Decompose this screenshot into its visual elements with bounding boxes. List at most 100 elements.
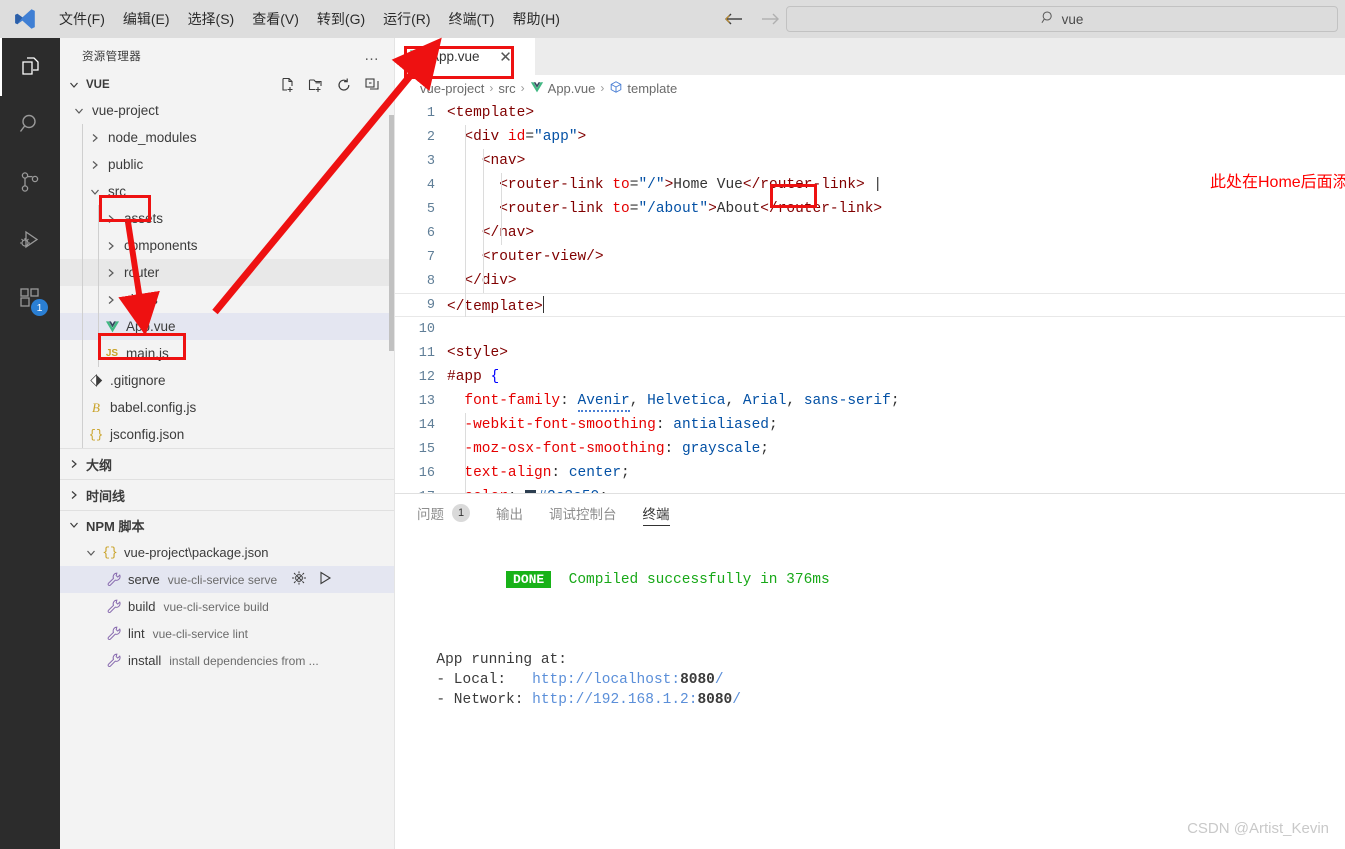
code-line[interactable]: 4 <router-link to="/">Home Vue</router-l… — [395, 173, 1345, 197]
arrow-left-icon[interactable] — [723, 9, 745, 29]
editor-area: App.vue ✕ vue-project › src › App.vue › — [395, 38, 1345, 849]
tree-item-components[interactable]: components — [60, 232, 394, 259]
watermark: CSDN @Artist_Kevin — [1187, 820, 1329, 837]
menu-run[interactable]: 运行(R) — [374, 5, 439, 33]
activity-source-control[interactable] — [0, 154, 60, 212]
code-line[interactable]: 12#app { — [395, 365, 1345, 389]
tab-terminal[interactable]: 终端 — [643, 494, 670, 532]
tree-item-vue-project[interactable]: vue-project — [60, 97, 394, 124]
tree-item-assets[interactable]: assets — [60, 205, 394, 232]
activity-search[interactable] — [0, 96, 60, 154]
tree-item-main-js[interactable]: JSmain.js — [60, 340, 394, 367]
npm-package-row[interactable]: {} vue-project\package.json — [60, 539, 394, 566]
new-folder-icon[interactable] — [308, 77, 324, 93]
code-line[interactable]: 2 <div id="app"> — [395, 125, 1345, 149]
run-icon[interactable] — [317, 570, 333, 589]
activity-run-debug[interactable] — [0, 212, 60, 270]
menu-file[interactable]: 文件(F) — [50, 5, 114, 33]
text-cursor — [543, 296, 545, 313]
breadcrumb-item-src[interactable]: src — [498, 81, 515, 96]
tab-output[interactable]: 输出 — [496, 494, 523, 532]
npm-script-serve[interactable]: servevue-cli-service serve — [60, 566, 394, 593]
chevron-right-icon[interactable] — [102, 240, 120, 252]
line-content: -webkit-font-smoothing: antialiased; — [447, 417, 1345, 433]
debug-icon[interactable] — [291, 570, 307, 589]
chevron-right-icon[interactable] — [86, 132, 104, 144]
code-line[interactable]: 11<style> — [395, 341, 1345, 365]
code-line[interactable]: 9</template> — [395, 293, 1345, 317]
chevron-right-icon — [66, 458, 82, 470]
code-line[interactable]: 6 </nav> — [395, 221, 1345, 245]
terminal-network-url-prefix[interactable]: http://192.168.1.2: — [532, 692, 697, 708]
code-editor[interactable]: 1<template>2 <div id="app">3 <nav>4 <rou… — [395, 101, 1345, 493]
section-header-timeline[interactable]: 时间线 — [60, 480, 394, 510]
chevron-right-icon[interactable] — [102, 213, 120, 225]
refresh-icon[interactable] — [336, 77, 352, 93]
tree-item--gitignore[interactable]: .gitignore — [60, 367, 394, 394]
tab-debug-console[interactable]: 调试控制台 — [549, 494, 617, 532]
sidebar-more-actions[interactable]: … — [364, 47, 380, 64]
code-line[interactable]: 1<template> — [395, 101, 1345, 125]
terminal-network-port: 8080 — [697, 692, 732, 708]
close-icon[interactable]: ✕ — [496, 47, 516, 67]
new-file-icon[interactable] — [280, 77, 296, 93]
code-line[interactable]: 5 <router-link to="/about">About</router… — [395, 197, 1345, 221]
breadcrumb-item-symbol[interactable]: template — [609, 80, 677, 97]
tree-item-node-modules[interactable]: node_modules — [60, 124, 394, 151]
chevron-down-icon[interactable] — [86, 186, 104, 198]
chevron-down-icon — [66, 519, 82, 531]
code-line[interactable]: 10 — [395, 317, 1345, 341]
tree-item-app-vue[interactable]: App.vue — [60, 313, 394, 340]
line-number: 1 — [395, 106, 447, 121]
code-line[interactable]: 15 -moz-osx-font-smoothing: grayscale; — [395, 437, 1345, 461]
arrow-right-icon[interactable] — [759, 9, 781, 29]
menu-go[interactable]: 转到(G) — [308, 5, 374, 33]
code-line[interactable]: 7 <router-view/> — [395, 245, 1345, 269]
search-input[interactable]: vue — [786, 6, 1338, 32]
section-header-npm[interactable]: NPM 脚本 — [60, 511, 394, 539]
code-line[interactable]: 14 -webkit-font-smoothing: antialiased; — [395, 413, 1345, 437]
activity-explorer[interactable] — [0, 38, 60, 96]
chevron-down-icon[interactable] — [70, 105, 88, 117]
chevron-right-icon[interactable] — [102, 294, 120, 306]
code-line[interactable]: 16 text-align: center; — [395, 461, 1345, 485]
menu-edit[interactable]: 编辑(E) — [114, 5, 179, 33]
line-content: <router-view/> — [447, 249, 1345, 265]
extensions-badge: 1 — [31, 299, 48, 316]
breadcrumb-item-file[interactable]: App.vue — [530, 80, 596, 97]
npm-script-command: vue-cli-service lint — [145, 627, 248, 641]
menu-help[interactable]: 帮助(H) — [503, 5, 568, 33]
menu-selection[interactable]: 选择(S) — [179, 5, 244, 33]
code-line[interactable]: 8 </div> — [395, 269, 1345, 293]
menu-terminal[interactable]: 终端(T) — [440, 5, 504, 33]
section-header-outline[interactable]: 大纲 — [60, 449, 394, 479]
breadcrumb-item-project[interactable]: vue-project — [420, 81, 484, 96]
npm-script-lint[interactable]: lintvue-cli-service lint — [60, 620, 394, 647]
npm-script-install[interactable]: installinstall dependencies from ... — [60, 647, 394, 674]
section-header-vue[interactable]: VUE — [60, 73, 394, 97]
tab-app-vue[interactable]: App.vue ✕ — [395, 38, 535, 75]
chevron-right-icon[interactable] — [102, 267, 120, 279]
npm-script-build[interactable]: buildvue-cli-service build — [60, 593, 394, 620]
tree-item-public[interactable]: public — [60, 151, 394, 178]
npm-script-command: vue-cli-service build — [155, 600, 268, 614]
symbol-module-icon — [609, 80, 623, 97]
code-line[interactable]: 17 color: #2c3e50; — [395, 485, 1345, 493]
terminal-output[interactable]: DONE Compiled successfully in 376ms App … — [395, 532, 1345, 710]
tree-item-babel-config-js[interactable]: Bbabel.config.js — [60, 394, 394, 421]
code-line[interactable]: 13 font-family: Avenir, Helvetica, Arial… — [395, 389, 1345, 413]
activity-extensions[interactable]: 1 — [0, 270, 60, 328]
tree-item-jsconfig-json[interactable]: {}jsconfig.json — [60, 421, 394, 448]
terminal-local-url-prefix[interactable]: http://localhost: — [532, 672, 680, 688]
chevron-right-icon[interactable] — [86, 159, 104, 171]
tree-item-label: node_modules — [104, 130, 197, 145]
tree-item-src[interactable]: src — [60, 178, 394, 205]
tab-terminal-label: 终端 — [643, 503, 670, 523]
tree-item-router[interactable]: router — [60, 259, 394, 286]
menu-view[interactable]: 查看(V) — [243, 5, 308, 33]
tree-item-views[interactable]: views — [60, 286, 394, 313]
tab-problems[interactable]: 问题 1 — [417, 494, 470, 532]
code-line[interactable]: 3 <nav> — [395, 149, 1345, 173]
collapse-all-icon[interactable] — [364, 77, 380, 93]
breadcrumb-separator: › — [489, 81, 493, 95]
